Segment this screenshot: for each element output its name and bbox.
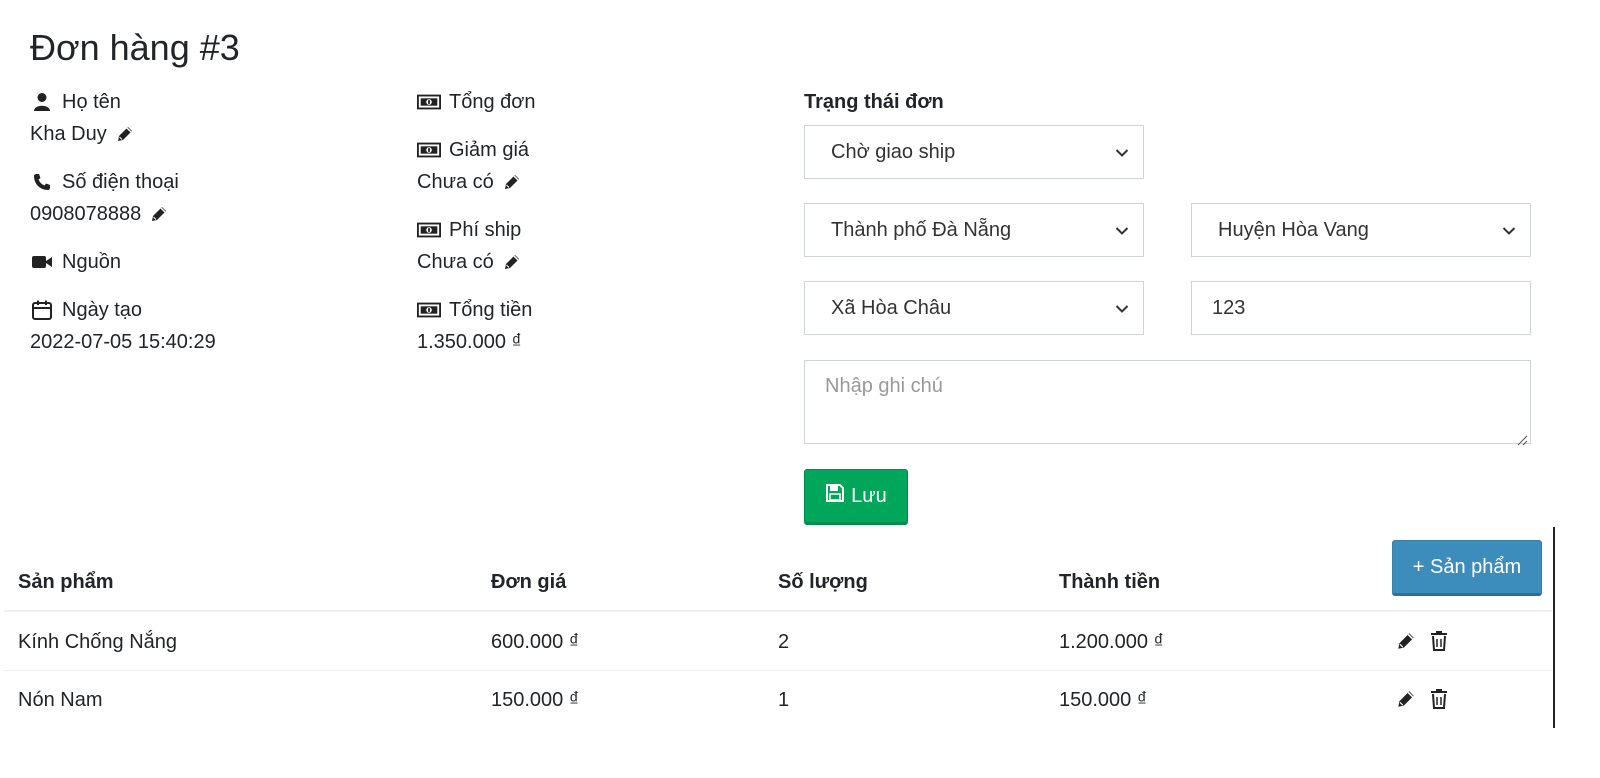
discount-label-row: Giảm giá	[417, 134, 777, 166]
status-select[interactable]: Chờ giao ship	[804, 125, 1144, 179]
status-label: Trạng thái đơn	[804, 91, 944, 113]
phone-label-row: Số điện thoại	[30, 166, 390, 198]
shipping-label: Phí ship	[449, 219, 522, 241]
row-1-actions	[1395, 630, 1449, 652]
edit-phone-pencil-icon[interactable]	[149, 204, 169, 224]
column-header-subtotal: Thành tiền	[1059, 571, 1161, 593]
money-bill-icon	[417, 298, 441, 322]
chevron-down-icon	[1115, 141, 1129, 164]
calendar-icon	[30, 298, 54, 322]
chevron-down-icon	[1115, 297, 1129, 320]
city-select-value: Thành phố Đà Nẵng	[831, 218, 1012, 241]
created-label-row: Ngày tạo	[30, 294, 390, 326]
note-textarea[interactable]: Nhập ghi chú	[804, 360, 1531, 446]
money-bill-icon	[417, 218, 441, 242]
grand-total-label: Tổng tiền	[449, 299, 533, 321]
resize-grip-icon[interactable]	[1516, 429, 1528, 446]
created-value: 2022-07-05 15:40:29	[30, 331, 216, 353]
shipping-value: Chưa có	[417, 251, 494, 273]
discount-value: Chưa có	[417, 171, 494, 193]
row-2-quantity: 1	[778, 689, 790, 711]
delete-row-1-trash-icon[interactable]	[1429, 630, 1449, 652]
column-header-quantity: Số lượng	[778, 571, 868, 593]
grand-total-value-row: 1.350.000 ₫	[417, 326, 777, 358]
column-header-unit-price: Đơn giá	[491, 571, 567, 593]
status-select-value: Chờ giao ship	[831, 140, 956, 163]
name-value: Kha Duy	[30, 123, 107, 145]
edit-discount-pencil-icon[interactable]	[502, 172, 522, 192]
row-2-unit-price: 150.000 ₫	[491, 689, 580, 711]
source-label: Nguồn	[62, 251, 121, 273]
ward-select[interactable]: Xã Hòa Châu	[804, 281, 1144, 335]
name-label-row: Họ tên	[30, 86, 390, 118]
page-title: Đơn hàng #3	[30, 27, 240, 68]
edit-shipping-pencil-icon[interactable]	[502, 252, 522, 272]
created-label: Ngày tạo	[62, 299, 143, 321]
money-bill-icon	[417, 138, 441, 162]
save-button-label: Lưu	[851, 484, 887, 507]
phone-value: 0908078888	[30, 203, 142, 225]
name-value-row: Kha Duy	[30, 118, 390, 150]
row-1-subtotal: 1.200.000 ₫	[1059, 631, 1164, 653]
delete-row-2-trash-icon[interactable]	[1429, 688, 1449, 710]
chevron-down-icon	[1502, 219, 1516, 242]
row-1-quantity: 2	[778, 631, 790, 653]
floppy-disk-icon	[825, 483, 845, 509]
row-1-unit-price: 600.000 ₫	[491, 631, 580, 653]
row-2-subtotal: 150.000 ₫	[1059, 689, 1148, 711]
column-header-product: Sản phẩm	[18, 571, 114, 593]
order-total-label-row: Tổng đơn	[417, 86, 777, 118]
note-placeholder: Nhập ghi chú	[825, 375, 943, 397]
shipping-label-row: Phí ship	[417, 214, 777, 246]
row-divider	[4, 670, 1552, 671]
row-2-product-name: Nón Nam	[18, 689, 103, 711]
source-label-row: Nguồn	[30, 246, 390, 278]
save-button[interactable]: Lưu	[804, 469, 908, 525]
phone-value-row: 0908078888	[30, 198, 390, 230]
order-total-label: Tổng đơn	[449, 91, 536, 113]
address-input-value: 123	[1212, 296, 1246, 319]
money-bill-icon	[417, 90, 441, 114]
city-select[interactable]: Thành phố Đà Nẵng	[804, 203, 1144, 257]
created-value-row: 2022-07-05 15:40:29	[30, 326, 390, 358]
order-totals: Tổng đơn Giảm giá Chưa có Phí ship Chưa …	[417, 86, 777, 374]
address-input[interactable]: 123	[1191, 281, 1531, 335]
row-2-actions	[1395, 688, 1449, 710]
phone-label: Số điện thoại	[62, 171, 179, 193]
add-product-button[interactable]: + Sản phẩm	[1392, 540, 1542, 596]
name-label: Họ tên	[62, 91, 121, 113]
discount-label: Giảm giá	[449, 139, 530, 161]
edit-row-2-pencil-icon[interactable]	[1395, 688, 1417, 710]
table-edge-line	[1553, 527, 1555, 728]
district-select[interactable]: Huyện Hòa Vang	[1191, 203, 1531, 257]
shipping-value-row: Chưa có	[417, 246, 777, 278]
phone-icon	[30, 170, 54, 194]
ward-select-value: Xã Hòa Châu	[831, 296, 952, 319]
district-select-value: Huyện Hòa Vang	[1218, 218, 1369, 241]
chevron-down-icon	[1115, 219, 1129, 242]
customer-info: Họ tên Kha Duy Số điện thoại 0908078888 …	[30, 86, 390, 374]
table-header-divider	[4, 610, 1552, 612]
user-icon	[30, 90, 54, 114]
edit-row-1-pencil-icon[interactable]	[1395, 630, 1417, 652]
edit-name-pencil-icon[interactable]	[115, 124, 135, 144]
grand-total-value: 1.350.000 ₫	[417, 331, 522, 353]
row-1-product-name: Kính Chống Nắng	[18, 631, 178, 653]
video-camera-icon	[30, 250, 54, 274]
discount-value-row: Chưa có	[417, 166, 777, 198]
grand-total-label-row: Tổng tiền	[417, 294, 777, 326]
